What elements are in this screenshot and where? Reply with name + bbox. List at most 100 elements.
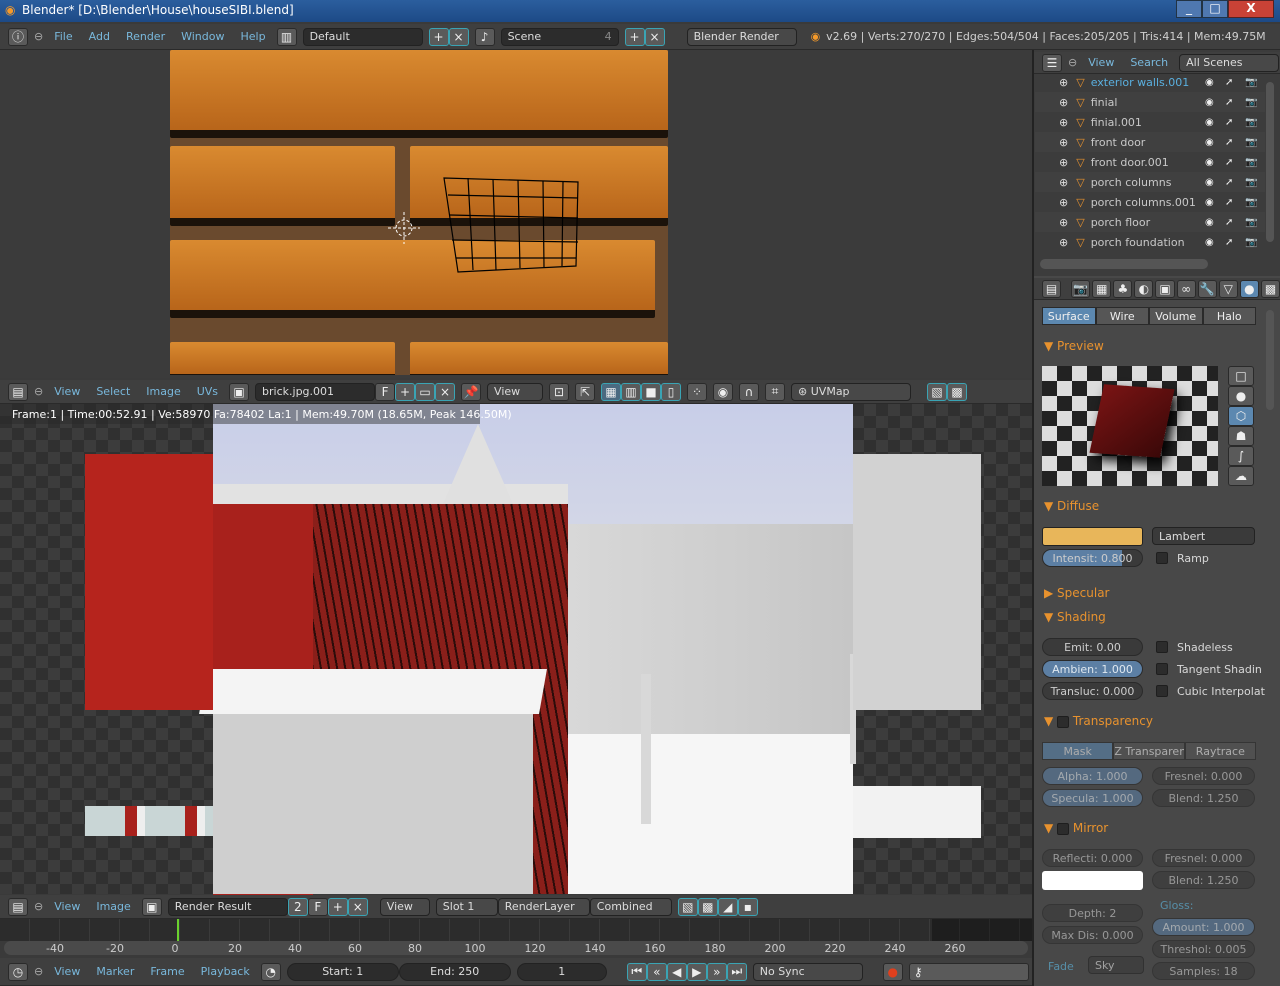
sync-mode-select[interactable]: No Sync (752, 962, 863, 981)
diffuse-shader-select[interactable]: Lambert (1152, 527, 1255, 545)
remove-scene-button[interactable]: × (644, 27, 665, 46)
transparency-checkbox[interactable] (1057, 715, 1070, 728)
visibility-eye-icon[interactable]: ◉ (1205, 97, 1225, 108)
mirror-checkbox[interactable] (1057, 822, 1070, 835)
draw-rgb-alpha-icon[interactable]: ▧ (927, 382, 948, 401)
image-name-field[interactable]: brick.jpg.001 (255, 382, 376, 401)
proportional-edit-icon[interactable]: ◉ (713, 382, 734, 401)
texture-tab-icon[interactable]: ▩ (1260, 279, 1280, 298)
sync-selection-icon[interactable]: ⇱ (575, 382, 596, 401)
selectability-cursor-icon[interactable]: ➚ (1225, 217, 1245, 228)
layout-icon[interactable]: ▥ (276, 27, 297, 46)
mirror-blend-slider[interactable]: Blend: 1.250 (1152, 871, 1255, 889)
material-tab-icon[interactable]: ● (1239, 279, 1259, 298)
current-frame-field[interactable]: 1 (516, 962, 607, 981)
preview-hair-icon[interactable]: ∫ (1228, 446, 1254, 466)
new-image-button[interactable]: + (327, 897, 348, 916)
uvmap-select[interactable]: ⊛ UVMap (791, 382, 912, 401)
expand-icon[interactable]: ⊕ (1059, 76, 1068, 89)
fake-user-button[interactable]: F (307, 897, 328, 916)
visibility-eye-icon[interactable]: ◉ (1205, 177, 1225, 188)
render-layer-select[interactable]: RenderLayer (497, 897, 590, 916)
menu-help[interactable]: Help (235, 30, 270, 43)
outliner-item[interactable]: ⊕ ▽ porch columns ◉ ➚ 📷 (1035, 172, 1265, 192)
expand-icon[interactable]: ⊕ (1059, 236, 1068, 249)
data-tab-icon[interactable]: ▽ (1218, 279, 1238, 298)
transparency-raytrace[interactable]: Raytrace (1184, 742, 1256, 760)
transparency-fresnel-field[interactable]: Fresnel: 0.000 (1152, 767, 1255, 785)
gloss-threshold-slider[interactable]: Threshol: 0.005 (1152, 940, 1255, 958)
draw-z-buffer-icon[interactable]: ◢ (717, 897, 738, 916)
info-editor-type-icon[interactable]: ⓘ (8, 27, 28, 46)
selectability-cursor-icon[interactable]: ➚ (1225, 237, 1245, 248)
keying-set-icon[interactable]: ⚷ (908, 962, 1029, 981)
mirror-fresnel-field[interactable]: Fresnel: 0.000 (1152, 849, 1255, 867)
draw-rgb-alpha-icon[interactable]: ▧ (677, 897, 698, 916)
menu-marker[interactable]: Marker (91, 965, 139, 978)
menu-view[interactable]: View (1083, 56, 1119, 69)
menu-file[interactable]: File (49, 30, 77, 43)
visibility-eye-icon[interactable]: ◉ (1205, 77, 1225, 88)
mirror-color-swatch[interactable] (1042, 871, 1143, 890)
tab-volume[interactable]: Volume (1149, 307, 1203, 325)
menu-image[interactable]: Image (91, 900, 135, 913)
selectability-cursor-icon[interactable]: ➚ (1225, 197, 1245, 208)
pivot-icon[interactable]: ⊡ (549, 382, 570, 401)
menu-uvs[interactable]: UVs (192, 385, 223, 398)
outliner-item-name[interactable]: finial (1091, 96, 1201, 109)
visibility-eye-icon[interactable]: ◉ (1205, 117, 1225, 128)
outliner-item[interactable]: ⊕ ▽ porch floor ◉ ➚ 📷 (1035, 212, 1265, 232)
transparency-z[interactable]: Z Transparenc (1113, 742, 1185, 760)
scene-icon[interactable]: ♪ (474, 27, 495, 46)
pin-icon[interactable]: 📌 (461, 382, 482, 401)
uv-mesh-wireframe[interactable] (378, 170, 588, 280)
render-camera-icon[interactable]: 📷 (1245, 77, 1265, 88)
snap-target-icon[interactable]: ⌗ (765, 382, 786, 401)
menu-render[interactable]: Render (121, 30, 170, 43)
draw-alpha-icon[interactable]: ▩ (697, 897, 718, 916)
reflectivity-slider[interactable]: Reflecti: 0.000 (1042, 849, 1143, 867)
selectability-cursor-icon[interactable]: ➚ (1225, 77, 1245, 88)
preview-range-icon[interactable]: ◔ (260, 962, 281, 981)
preview-sphere-icon[interactable]: ● (1228, 386, 1254, 406)
fake-user-button[interactable]: F (375, 382, 396, 401)
tab-wire[interactable]: Wire (1095, 307, 1149, 325)
outliner-item[interactable]: ⊕ ▽ porch foundation ◉ ➚ 📷 (1035, 232, 1265, 252)
preview-monkey-icon[interactable]: ☗ (1228, 426, 1254, 446)
max-distance-field[interactable]: Max Dis: 0.000 (1042, 926, 1143, 944)
shading-panel-header[interactable]: ▼ Shading (1044, 610, 1106, 624)
outliner-editor-icon[interactable]: ☰ (1042, 53, 1062, 72)
visibility-eye-icon[interactable]: ◉ (1205, 217, 1225, 228)
minimize-button[interactable]: _ (1176, 0, 1202, 18)
display-mode-select[interactable]: All Scenes (1179, 53, 1280, 72)
jump-keyframe-forward-icon[interactable]: » (706, 962, 727, 981)
jump-end-icon[interactable]: ⏭ (726, 962, 747, 981)
render-layers-tab-icon[interactable]: ▦ (1092, 279, 1112, 298)
add-layout-button[interactable]: + (428, 27, 449, 46)
render-camera-icon[interactable]: 📷 (1245, 97, 1265, 108)
editor-type-icon[interactable]: ▤ (8, 897, 28, 916)
select-face-icon[interactable]: ■ (641, 382, 662, 401)
tab-halo[interactable]: Halo (1202, 307, 1256, 325)
select-island-icon[interactable]: ▯ (661, 382, 682, 401)
unlink-image-button[interactable]: × (347, 897, 368, 916)
timeline-editor-icon[interactable]: ◷ (8, 962, 28, 981)
menu-add[interactable]: Add (84, 30, 115, 43)
translucency-slider[interactable]: Transluc: 0.000 (1042, 682, 1143, 700)
transparency-panel-header[interactable]: ▼ Transparency (1044, 714, 1153, 728)
specular-alpha-slider[interactable]: Specula: 1.000 (1042, 789, 1143, 807)
visibility-eye-icon[interactable]: ◉ (1205, 197, 1225, 208)
outliner-item-name[interactable]: front door.001 (1091, 156, 1201, 169)
visibility-eye-icon[interactable]: ◉ (1205, 157, 1225, 168)
selectability-cursor-icon[interactable]: ➚ (1225, 137, 1245, 148)
expand-icon[interactable]: ⊕ (1059, 96, 1068, 109)
outliner-item[interactable]: ⊕ ▽ exterior walls.001 ◉ ➚ 📷 (1035, 72, 1265, 92)
preview-panel-header[interactable]: ▼ Preview (1044, 339, 1104, 353)
gloss-samples-field[interactable]: Samples: 18 (1152, 962, 1255, 980)
outliner-h-scrollbar[interactable] (1040, 259, 1208, 269)
tangent-shading-checkbox[interactable] (1156, 663, 1168, 675)
image-name-field[interactable]: Render Result (167, 897, 288, 916)
emit-field[interactable]: Emit: 0.00 (1042, 638, 1143, 656)
slot-select[interactable]: Slot 1 (435, 897, 498, 916)
draw-alpha-icon[interactable]: ▩ (947, 382, 968, 401)
